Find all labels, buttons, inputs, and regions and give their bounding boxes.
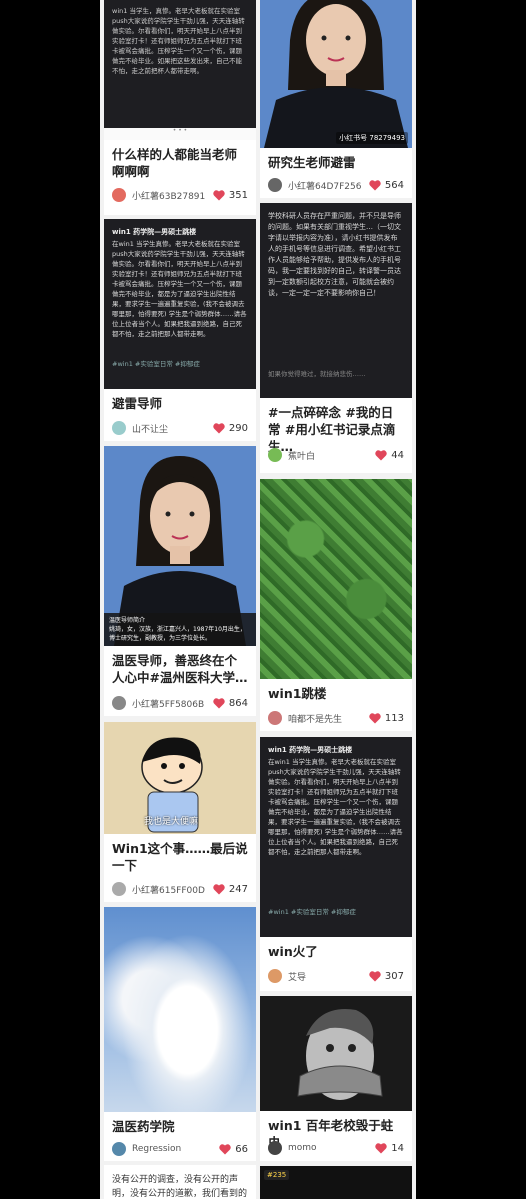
post-card[interactable]: 温医导师简介 姚琦，女，汉族，浙江嘉兴人，1987年10月出生，博士研究生，副教…	[104, 446, 256, 716]
child-photo	[260, 996, 412, 1111]
post-thumbnail: win1 当学生，真惨。老早大老板就在实验室push大家说药学院学生干劲儿强，天…	[104, 0, 256, 140]
post-meta: 艾导 307	[260, 963, 412, 989]
heart-icon[interactable]	[369, 179, 381, 191]
like-count: 351	[228, 189, 248, 201]
username[interactable]: 山不让尘	[132, 422, 213, 435]
username[interactable]: 小红薯63B27891	[132, 189, 213, 202]
heart-icon[interactable]	[213, 422, 225, 434]
like-count: 113	[384, 712, 404, 724]
post-card[interactable]: win1 药学院—男硕士跳楼 在win1 当学生真惨。老早大老板就在实验室pus…	[104, 219, 256, 441]
heart-icon[interactable]	[375, 449, 387, 461]
post-title: 研究生老师避雷	[268, 155, 356, 170]
heart-icon[interactable]	[369, 712, 381, 724]
post-card[interactable]: 没有公开的调查，没有公开的声明，没有公开的道歉，我们看到的只是封锁消息的命令，是…	[104, 1165, 256, 1199]
post-meta: 小红薯615FF00D 247	[104, 876, 256, 902]
avatar[interactable]	[112, 696, 126, 710]
post-thumbnail: win1 药学院—男硕士跳楼 在win1 当学生真惨。老早大老板就在实验室pus…	[260, 737, 412, 937]
post-title: #一点碎碎念 #我的日常 #用小红书记录点滴生…	[268, 405, 396, 454]
username[interactable]: 小红薯615FF00D	[132, 883, 213, 896]
portrait-photo	[264, 0, 408, 148]
post-thumbnail: 学校科研人员存在严重问题，并不只是导师的问题。如果有关部门重视学生…（一切文字请…	[260, 203, 412, 398]
post-thumbnail: 我也是大便嘛	[104, 722, 256, 834]
post-thumbnail	[260, 479, 412, 679]
screenshot-text: 在win1 当学生真惨。老早大老板就在实验室push大家说药学院学生干劲儿强，天…	[112, 240, 247, 338]
heart-icon[interactable]	[213, 189, 225, 201]
like-count: 66	[235, 1143, 248, 1155]
username[interactable]: momo	[288, 1143, 375, 1153]
avatar[interactable]	[268, 448, 282, 462]
avatar[interactable]	[112, 421, 126, 435]
screenshot-footer: 如果你觉得难过，就接纳悲伤……	[268, 370, 366, 378]
post-meta: Regression 66	[104, 1136, 256, 1161]
post-meta: 小红薯63B27891 351	[104, 182, 256, 208]
like-count: 307	[384, 970, 404, 982]
watermark-badge: 小红书号 78279493	[336, 132, 408, 144]
like-count: 44	[391, 449, 404, 461]
like-count: 864	[228, 697, 248, 709]
post-title: Win1这个事……最后说一下	[112, 841, 248, 873]
screenshot-tags: #win1 #实验室日常 #抑郁症	[112, 360, 200, 368]
like-count: 247	[228, 883, 248, 895]
post-title: win火了	[268, 944, 318, 959]
screenshot-heading: win1 药学院—男硕士跳楼	[112, 228, 197, 236]
like-count: 14	[391, 1142, 404, 1154]
post-title: 避雷导师	[112, 396, 163, 411]
post-text-preview: 没有公开的调查，没有公开的声明，没有公开的道歉，我们看到的只是封锁消息的命令，是…	[112, 1175, 248, 1199]
post-title: win1 百年老校毁于蛀虫	[268, 1118, 394, 1150]
post-title: 温医导师，善恶终在个人心中#温州医科大学…	[112, 653, 248, 685]
avatar[interactable]	[112, 882, 126, 896]
screenshot-text: win1 当学生，真惨。老早大老板就在实验室push大家说药学院学生干劲儿强，天…	[104, 0, 256, 128]
post-meta: 小红薯5FF5806B 864	[104, 690, 256, 716]
username[interactable]: 艾导	[288, 970, 369, 983]
screenshot-tags: #win1 #实验室日常 #抑郁症	[268, 908, 356, 916]
post-thumbnail	[104, 907, 256, 1112]
post-title: 什么样的人都能当老师 啊啊啊	[112, 147, 238, 179]
post-thumbnail: 小红书号 78279493	[260, 0, 412, 148]
username[interactable]: 小红薯5FF5806B	[132, 697, 213, 710]
username[interactable]: Regression	[132, 1144, 219, 1154]
heart-icon[interactable]	[369, 970, 381, 982]
post-title: win1跳楼	[268, 686, 327, 701]
post-card[interactable]: 小红书号 78279493 研究生老师避雷 小红薯64D7F256 564	[260, 0, 412, 198]
username[interactable]: 咱都不是先生	[288, 712, 369, 725]
username[interactable]: 蕉叶白	[288, 449, 375, 462]
post-meta: 咱都不是先生 113	[260, 705, 412, 731]
avatar[interactable]	[112, 188, 126, 202]
like-count: 564	[384, 179, 404, 191]
cartoon-bubble-text: 我也是大便嘛	[144, 817, 199, 827]
post-card[interactable]: win1跳楼 咱都不是先生 113	[260, 479, 412, 731]
carousel-dots: • • •	[172, 127, 188, 134]
like-count: 290	[228, 422, 248, 434]
heart-icon[interactable]	[213, 697, 225, 709]
post-thumbnail: 温医导师简介 姚琦，女，汉族，浙江嘉兴人，1987年10月出生，博士研究生，副教…	[104, 446, 256, 646]
heart-icon[interactable]	[375, 1142, 387, 1154]
username[interactable]: 小红薯64D7F256	[288, 179, 369, 192]
post-meta: 山不让尘 290	[104, 415, 256, 441]
post-thumbnail: win1 药学院—男硕士跳楼 在win1 当学生真惨。老早大老板就在实验室pus…	[104, 219, 256, 389]
post-card[interactable]: 学校科研人员存在严重问题，并不只是导师的问题。如果有关部门重视学生…（一切文字请…	[260, 203, 412, 473]
post-meta: 小红薯64D7F256 564	[260, 172, 412, 198]
post-card[interactable]: win1 当学生，真惨。老早大老板就在实验室push大家说药学院学生干劲儿强，天…	[104, 0, 256, 215]
post-card[interactable]: win1 药学院—男硕士跳楼 在win1 当学生真惨。老早大老板就在实验室pus…	[260, 737, 412, 991]
screenshot-text: 学校科研人员存在严重问题，并不只是导师的问题。如果有关部门重视学生…（一切文字请…	[268, 212, 401, 297]
post-badge: #235	[264, 1170, 290, 1180]
post-card[interactable]: #235	[260, 1166, 412, 1199]
post-title: 温医药学院	[112, 1119, 175, 1134]
post-meta: momo 14	[260, 1135, 412, 1161]
avatar[interactable]	[112, 1142, 126, 1156]
feed: win1 当学生，真惨。老早大老板就在实验室push大家说药学院学生干劲儿强，天…	[100, 0, 416, 1199]
post-card[interactable]: 温医药学院 Regression 66	[104, 907, 256, 1161]
post-card[interactable]: win1 百年老校毁于蛀虫 momo 14	[260, 996, 412, 1161]
avatar[interactable]	[268, 1141, 282, 1155]
photo-caption: 温医导师简介 姚琦，女，汉族，浙江嘉兴人，1987年10月出生，博士研究生，副教…	[104, 613, 256, 646]
avatar[interactable]	[268, 178, 282, 192]
heart-icon[interactable]	[219, 1143, 231, 1155]
avatar[interactable]	[268, 969, 282, 983]
post-card[interactable]: 我也是大便嘛 Win1这个事……最后说一下 小红薯615FF00D 247	[104, 722, 256, 902]
avatar[interactable]	[268, 711, 282, 725]
screenshot-heading: win1 药学院—男硕士跳楼	[268, 746, 353, 754]
heart-icon[interactable]	[213, 883, 225, 895]
screenshot-text: 在win1 当学生真惨。老早大老板就在实验室push大家说药学院学生干劲儿强，天…	[268, 758, 403, 856]
post-thumbnail	[260, 996, 412, 1111]
